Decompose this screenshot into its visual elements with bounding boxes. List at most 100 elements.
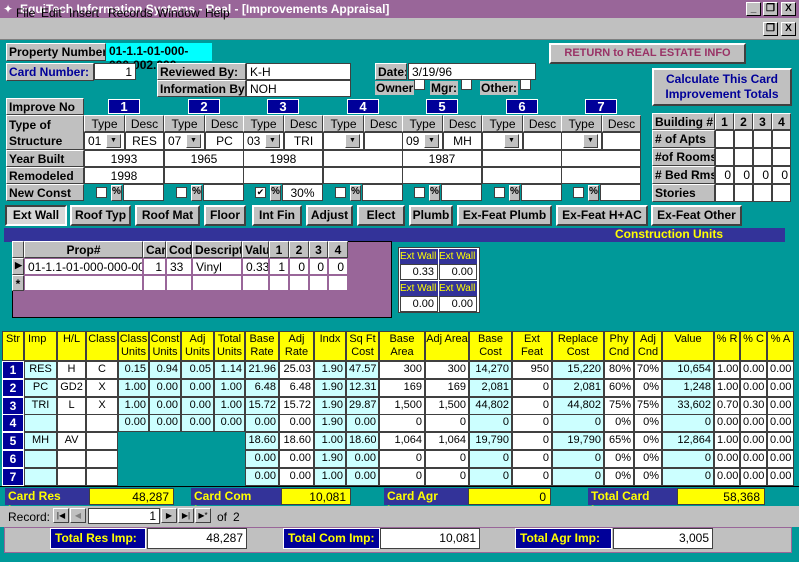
grid-cell[interactable]: 1.00 — [314, 432, 346, 450]
subform-cell[interactable]: 33 — [166, 258, 192, 275]
grid-cell[interactable]: 0.94 — [149, 361, 181, 379]
grid-cell[interactable]: 0.00 — [767, 450, 794, 468]
tab-ex-feat-other[interactable]: Ex-Feat Other — [651, 205, 742, 226]
grid-cell[interactable]: 1,248 — [662, 379, 714, 397]
grid-cell[interactable]: 1.00 — [714, 361, 740, 379]
grid-cell[interactable]: 0 — [425, 450, 469, 468]
grid-row-number[interactable]: 3 — [2, 397, 24, 415]
remodeled-field[interactable] — [323, 167, 403, 184]
grid-cell[interactable]: 1.00 — [118, 379, 149, 397]
grid-cell[interactable]: 1.00 — [714, 379, 740, 397]
new-const-checkbox[interactable] — [494, 187, 505, 198]
reviewed-by-field[interactable]: K-H — [246, 63, 351, 80]
new-const-percent-field[interactable] — [600, 184, 641, 201]
ext-wall-value[interactable]: 0.33 — [400, 264, 438, 280]
grid-cell[interactable]: 0% — [634, 379, 662, 397]
grid-cell[interactable]: H — [57, 361, 86, 379]
grid-cell[interactable]: 47.57 — [346, 361, 379, 379]
subform-cell[interactable]: 1 — [143, 258, 166, 275]
grid-cell[interactable]: 0.00 — [118, 414, 149, 432]
grid-row-number[interactable]: 7 — [2, 468, 24, 486]
grid-cell[interactable]: 1.14 — [214, 361, 245, 379]
grid-cell[interactable]: 14,270 — [469, 361, 512, 379]
grid-cell[interactable]: 0.00 — [740, 450, 767, 468]
grid-cell[interactable]: 25.03 — [279, 361, 314, 379]
new-const-percent-field[interactable]: 30% — [282, 184, 323, 201]
grid-cell[interactable]: 0 — [512, 468, 552, 486]
grid-cell[interactable]: 6.48 — [279, 379, 314, 397]
grid-cell[interactable]: X — [86, 397, 118, 415]
remodeled-field[interactable]: 1998 — [84, 167, 164, 184]
grid-cell[interactable]: C — [86, 361, 118, 379]
subform-new-cell[interactable] — [309, 275, 328, 291]
building-cell[interactable] — [734, 130, 753, 148]
grid-cell[interactable]: 0% — [604, 468, 634, 486]
grid-cell[interactable]: X — [86, 379, 118, 397]
grid-cell[interactable]: 1.90 — [314, 450, 346, 468]
grid-cell[interactable]: 0.70 — [714, 397, 740, 415]
grid-cell[interactable]: 0.30 — [740, 397, 767, 415]
grid-row-number[interactable]: 1 — [2, 361, 24, 379]
new-const-percent-field[interactable] — [123, 184, 164, 201]
grid-cell[interactable]: 12,864 — [662, 432, 714, 450]
new-record-button[interactable]: ▶* — [195, 508, 211, 523]
restore-button[interactable]: ❐ — [763, 2, 778, 16]
building-cell[interactable]: 0 — [734, 166, 753, 184]
grid-cell[interactable]: 1.00 — [314, 468, 346, 486]
grid-cell[interactable]: 10,654 — [662, 361, 714, 379]
grid-cell[interactable]: 0.00 — [149, 379, 181, 397]
dropdown-arrow-icon[interactable]: ▼ — [345, 134, 360, 148]
grid-cell[interactable] — [24, 450, 57, 468]
grid-cell[interactable]: 0.00 — [214, 414, 245, 432]
new-const-checkbox[interactable] — [414, 187, 425, 198]
new-const-checkbox[interactable] — [335, 187, 346, 198]
grid-cell[interactable]: 65% — [604, 432, 634, 450]
return-to-real-estate-button[interactable]: RETURN to REAL ESTATE INFO — [549, 43, 746, 64]
desc-field[interactable] — [523, 132, 562, 150]
grid-cell[interactable]: 12.31 — [346, 379, 379, 397]
ext-wall-value[interactable]: 0.00 — [439, 264, 477, 280]
grid-cell[interactable]: 1,064 — [379, 432, 425, 450]
remodeled-field[interactable] — [243, 167, 323, 184]
grid-cell[interactable]: 950 — [512, 361, 552, 379]
building-cell[interactable] — [772, 184, 791, 202]
grid-cell[interactable]: 0 — [662, 450, 714, 468]
building-cell[interactable] — [753, 148, 772, 166]
grid-cell[interactable]: 44,802 — [552, 397, 604, 415]
grid-cell[interactable]: 0 — [512, 450, 552, 468]
subform-cell[interactable]: 1 — [269, 258, 289, 275]
tab-ex-feat-plumb[interactable]: Ex-Feat Plumb — [457, 205, 552, 226]
building-cell[interactable] — [715, 148, 734, 166]
building-cell[interactable]: 0 — [753, 166, 772, 184]
grid-cell[interactable]: 169 — [379, 379, 425, 397]
grid-cell[interactable]: 0.00 — [740, 414, 767, 432]
dropdown-arrow-icon[interactable]: ▼ — [106, 134, 121, 148]
menu-edit[interactable]: Edit — [41, 6, 62, 20]
grid-cell[interactable]: 0.00 — [279, 450, 314, 468]
building-cell[interactable] — [772, 130, 791, 148]
subform-new-cell[interactable] — [269, 275, 289, 291]
grid-cell[interactable]: 0 — [512, 414, 552, 432]
menu-help[interactable]: Help — [205, 6, 230, 20]
grid-cell[interactable] — [86, 414, 118, 432]
grid-cell[interactable]: 0 — [469, 414, 512, 432]
menu-window[interactable]: Window — [157, 6, 200, 20]
grid-cell[interactable]: 1,064 — [425, 432, 469, 450]
new-const-percent-field[interactable] — [203, 184, 244, 201]
grid-cell[interactable]: 0.00 — [740, 432, 767, 450]
year-built-field[interactable]: 1987 — [402, 150, 482, 167]
current-row-icon[interactable]: ▶ — [12, 258, 24, 275]
subform-cell[interactable]: Vinyl — [192, 258, 242, 275]
desc-field[interactable]: RES — [125, 132, 164, 150]
tab-elect[interactable]: Elect — [357, 205, 405, 226]
grid-cell[interactable]: 29.87 — [346, 397, 379, 415]
next-record-button[interactable]: ▶ — [161, 508, 177, 523]
child-close-button[interactable]: X — [781, 22, 796, 36]
grid-cell[interactable]: 0.00 — [346, 414, 379, 432]
grid-cell[interactable]: 169 — [425, 379, 469, 397]
grid-cell[interactable]: 0.00 — [181, 414, 214, 432]
date-field[interactable]: 3/19/96 — [408, 63, 536, 80]
grid-cell[interactable]: 75% — [634, 397, 662, 415]
grid-cell[interactable]: 300 — [379, 361, 425, 379]
grid-cell[interactable]: 0 — [512, 397, 552, 415]
